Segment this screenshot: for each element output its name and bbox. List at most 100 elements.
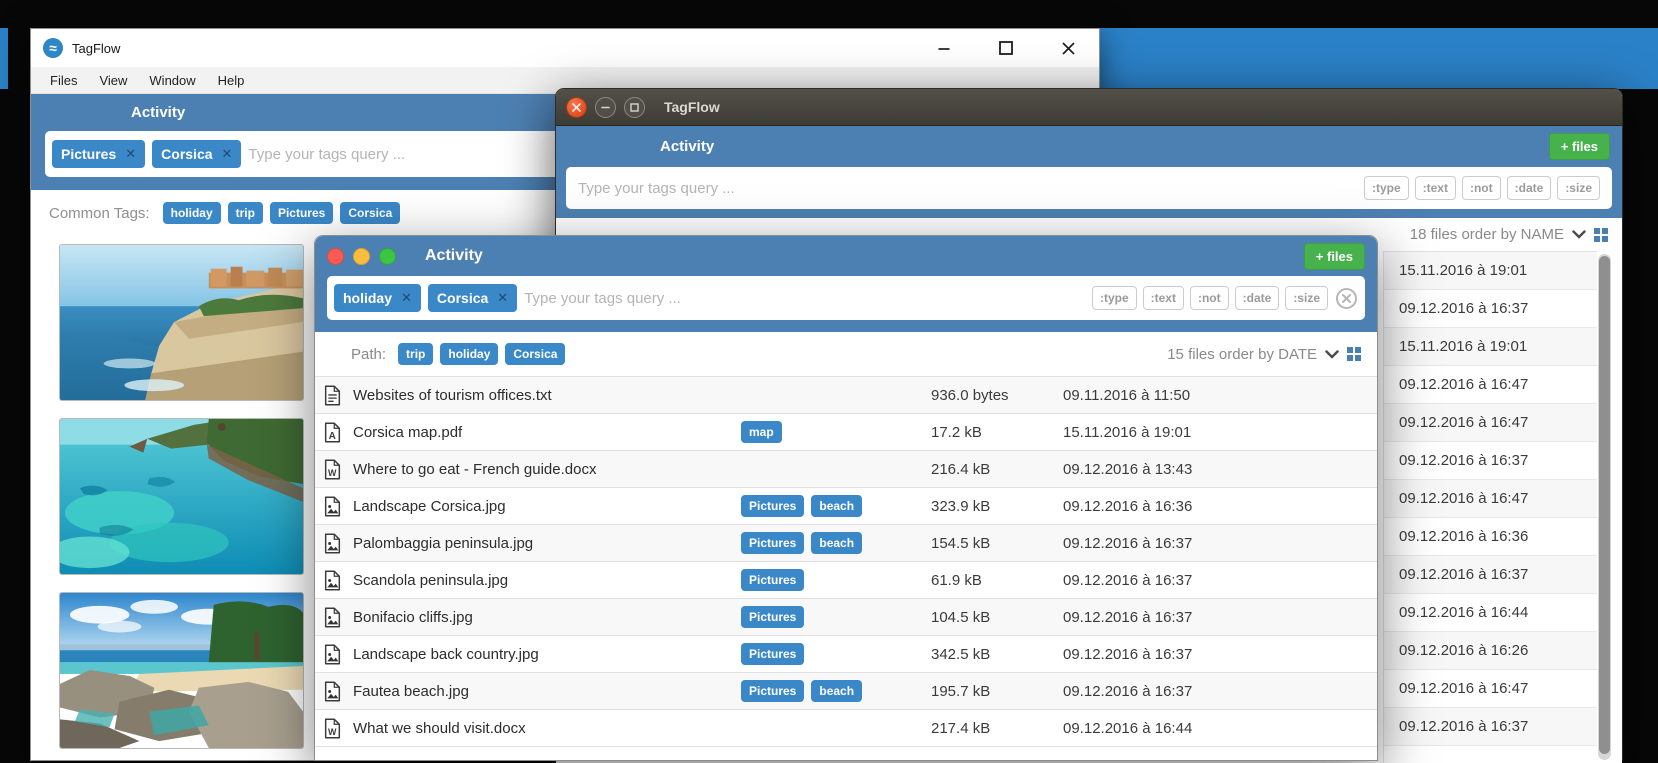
date-list-item[interactable]: 15.11.2016 à 19:01 — [1384, 252, 1597, 290]
date-list-item[interactable]: 09.12.2016 à 16:47 — [1384, 480, 1597, 518]
file-icon-pdf: A — [323, 422, 353, 443]
remove-tag-icon[interactable]: ✕ — [125, 146, 136, 162]
filter-button-not[interactable]: :not — [1190, 286, 1229, 310]
menu-item-files[interactable]: Files — [39, 73, 88, 88]
table-row[interactable]: Websites of tourism offices.txt936.0 byt… — [315, 377, 1377, 414]
chevron-down-icon[interactable] — [1572, 230, 1586, 239]
date-list-item[interactable]: 15.11.2016 à 19:01 — [1384, 328, 1597, 366]
minimize-button[interactable] — [353, 248, 370, 265]
path-tag-chip[interactable]: holiday — [440, 343, 498, 365]
query-filter-buttons: :type:text:not:date:size — [1364, 176, 1600, 200]
clear-query-icon[interactable] — [1335, 287, 1358, 310]
remove-tag-icon[interactable]: ✕ — [401, 290, 412, 306]
date-list-item[interactable]: 09.12.2016 à 16:37 — [1384, 708, 1597, 746]
path-tag-chip[interactable]: Corsica — [505, 343, 565, 365]
maximize-button[interactable] — [624, 97, 645, 118]
tags-query-box[interactable]: :type:text:not:date:size — [566, 167, 1612, 209]
date-list-item[interactable]: 09.12.2016 à 16:47 — [1384, 670, 1597, 708]
table-row[interactable]: WWhere to go eat - French guide.docx216.… — [315, 451, 1377, 488]
query-tag-chip[interactable]: Corsica✕ — [152, 140, 241, 168]
date-list-item[interactable]: 09.12.2016 à 16:36 — [1384, 518, 1597, 556]
front-window: Activity + files holiday ✕ Corsica ✕ :type:… — [314, 235, 1378, 761]
add-files-button[interactable]: + files — [1549, 133, 1610, 160]
file-tag-chip[interactable]: Pictures — [741, 606, 804, 628]
chevron-down-icon[interactable] — [1325, 350, 1339, 359]
close-button[interactable] — [566, 97, 587, 118]
path-row: Path: tripholidayCorsica 15 files order … — [315, 332, 1377, 377]
close-button[interactable] — [1037, 29, 1099, 67]
date-list-item[interactable]: 09.12.2016 à 16:37 — [1384, 556, 1597, 594]
common-tag-chip[interactable]: trip — [228, 202, 263, 224]
file-tag-chip[interactable]: Pictures — [741, 495, 804, 517]
table-row[interactable]: Landscape back country.jpgPictures342.5 … — [315, 636, 1377, 673]
add-files-button[interactable]: + files — [1304, 243, 1365, 270]
table-row[interactable]: WWhat we should visit.docx217.4 kB09.12.… — [315, 710, 1377, 747]
thumbnail-bonifacio-cliffs[interactable] — [59, 244, 304, 401]
file-tag-chip[interactable]: beach — [811, 532, 862, 554]
tags-query-input[interactable] — [578, 180, 1357, 197]
query-tag-chip[interactable]: Pictures✕ — [52, 140, 145, 168]
file-size: 61.9 kB — [917, 572, 1063, 589]
date-list-item[interactable]: 09.12.2016 à 16:44 — [1384, 594, 1597, 632]
path-tag-chip[interactable]: trip — [398, 343, 433, 365]
file-tag-chip[interactable]: beach — [811, 495, 862, 517]
file-tag-chip[interactable]: Pictures — [741, 532, 804, 554]
menu-item-window[interactable]: Window — [138, 73, 206, 88]
filter-button-text[interactable]: :text — [1143, 286, 1184, 310]
query-tag-label: Corsica — [437, 290, 488, 306]
scrollbar-track[interactable] — [1598, 254, 1611, 760]
query-tag-chip[interactable]: holiday ✕ — [334, 284, 421, 312]
date-list-item[interactable]: 09.12.2016 à 16:26 — [1384, 632, 1597, 670]
date-list-item[interactable]: 09.12.2016 à 16:37 — [1384, 290, 1597, 328]
file-tag-chip[interactable]: Pictures — [741, 569, 804, 591]
date-list-item[interactable]: 09.12.2016 à 16:37 — [1384, 442, 1597, 480]
grid-view-icon[interactable] — [1347, 347, 1361, 361]
minimize-button[interactable] — [595, 97, 616, 118]
file-tag-chip[interactable]: map — [741, 421, 782, 443]
thumbnail-turquoise-peninsula[interactable] — [59, 418, 304, 575]
file-tags: Pictures — [741, 569, 917, 591]
table-row[interactable]: Landscape Corsica.jpgPicturesbeach323.9 … — [315, 488, 1377, 525]
filter-button-text[interactable]: :text — [1415, 176, 1456, 200]
file-size: 342.5 kB — [917, 646, 1063, 663]
filter-button-type[interactable]: :type — [1364, 176, 1409, 200]
filter-button-size[interactable]: :size — [1285, 286, 1328, 310]
maximize-button[interactable] — [975, 29, 1037, 67]
date-list-item[interactable]: 09.12.2016 à 16:47 — [1384, 404, 1597, 442]
thumbnail-palombaggia-beach[interactable] — [59, 592, 304, 749]
common-tag-chip[interactable]: Corsica — [340, 202, 400, 224]
menu-item-help[interactable]: Help — [207, 73, 256, 88]
filter-button-date[interactable]: :date — [1507, 176, 1552, 200]
tags-query-input[interactable] — [524, 290, 1085, 307]
file-tag-chip[interactable]: beach — [811, 680, 862, 702]
file-tags: Pictures — [741, 643, 917, 665]
common-tag-chip[interactable]: Pictures — [270, 202, 333, 224]
file-tag-chip[interactable]: Pictures — [741, 643, 804, 665]
grid-view-icon[interactable] — [1594, 228, 1608, 242]
tags-query-box[interactable]: holiday ✕ Corsica ✕ :type:text:not:date:siz… — [327, 276, 1365, 320]
filter-button-not[interactable]: :not — [1462, 176, 1501, 200]
scrollbar-thumb[interactable] — [1599, 256, 1610, 754]
table-row[interactable]: ACorsica map.pdfmap17.2 kB15.11.2016 à 1… — [315, 414, 1377, 451]
file-tag-chip[interactable]: Pictures — [741, 680, 804, 702]
menu-item-view[interactable]: View — [88, 73, 138, 88]
close-button[interactable] — [327, 248, 344, 265]
table-row[interactable]: Scandola peninsula.jpgPictures61.9 kB09.… — [315, 562, 1377, 599]
titlebar: Activity + files — [327, 243, 1365, 269]
filter-button-type[interactable]: :type — [1092, 286, 1137, 310]
common-tag-chip[interactable]: holiday — [163, 202, 221, 224]
table-row[interactable]: Palombaggia peninsula.jpgPicturesbeach15… — [315, 525, 1377, 562]
table-row[interactable]: Fautea beach.jpgPicturesbeach195.7 kB09.… — [315, 673, 1377, 710]
minimize-button[interactable] — [913, 29, 975, 67]
remove-tag-icon[interactable]: ✕ — [497, 290, 508, 306]
file-tags: Pictures beach — [741, 680, 917, 702]
query-tag-label: holiday — [343, 290, 392, 306]
filter-button-date[interactable]: :date — [1235, 286, 1280, 310]
remove-tag-icon[interactable]: ✕ — [222, 146, 233, 162]
query-tag-chip[interactable]: Corsica ✕ — [428, 284, 517, 312]
table-row[interactable]: Bonifacio cliffs.jpgPictures104.5 kB09.1… — [315, 599, 1377, 636]
tagflow-logo-icon: ≈ — [43, 38, 63, 58]
filter-button-size[interactable]: :size — [1557, 176, 1600, 200]
date-list-item[interactable]: 09.12.2016 à 16:47 — [1384, 366, 1597, 404]
zoom-button[interactable] — [379, 248, 396, 265]
